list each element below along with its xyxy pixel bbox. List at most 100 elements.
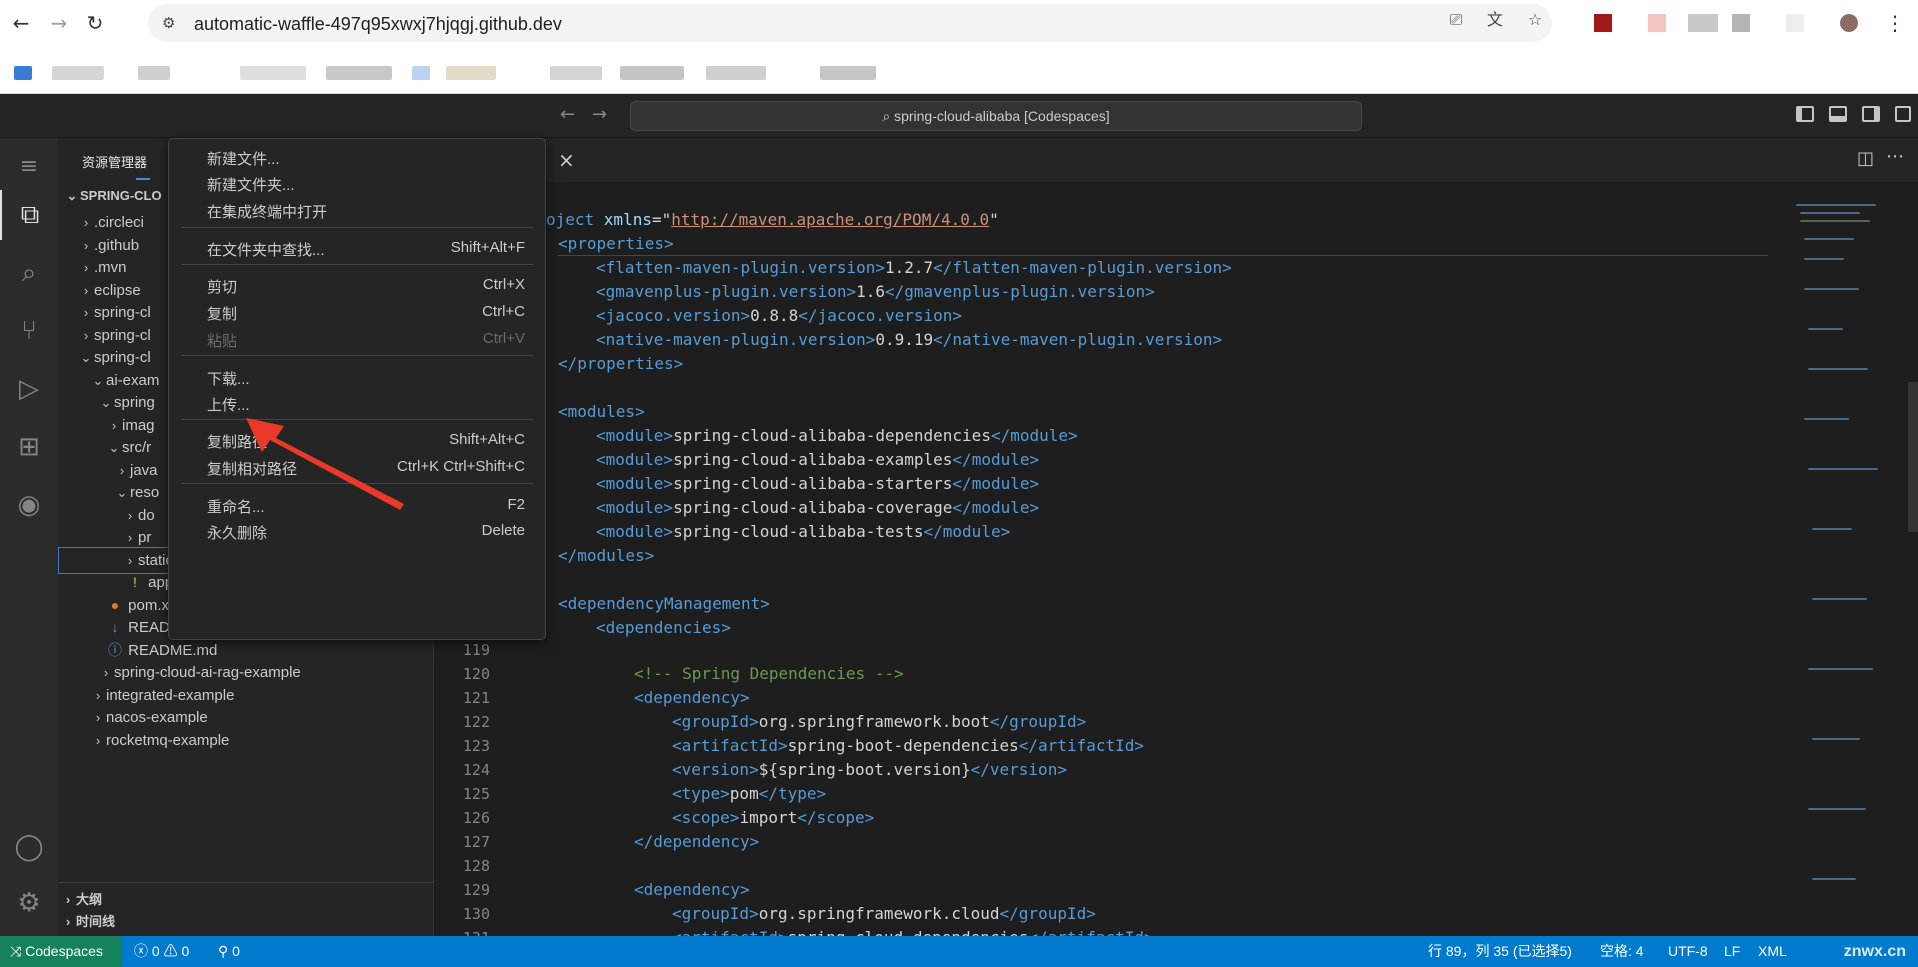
back-icon[interactable]: ← — [6, 8, 36, 38]
tree-item[interactable]: › rocketmq-example — [58, 727, 434, 754]
tree-item-label: .mvn — [94, 259, 127, 276]
minimap-line — [1808, 328, 1843, 330]
url-text[interactable]: automatic-waffle-497q95xwxj7hjqgj.github… — [194, 14, 562, 35]
menu-item-upload[interactable]: 上传... — [175, 387, 539, 417]
customize-layout-icon[interactable] — [1895, 106, 1911, 122]
extension-icon[interactable] — [1594, 14, 1612, 32]
extension-icon[interactable] — [1688, 14, 1718, 32]
chevron-right-icon: › — [65, 914, 71, 929]
run-debug-icon[interactable]: ▷ — [0, 364, 58, 414]
bookmark-item[interactable] — [446, 66, 496, 80]
timeline-label: 时间线 — [76, 914, 116, 929]
github-icon[interactable]: ◉ — [0, 480, 58, 530]
cursor-position[interactable]: 行 89，列 35 (已选择5) — [1428, 936, 1572, 967]
end-of-line[interactable]: LF — [1724, 936, 1740, 967]
gear-icon[interactable]: ⚙ — [0, 878, 58, 928]
code-token: </artifactId> — [1018, 736, 1145, 755]
extension-icon[interactable] — [1648, 14, 1666, 32]
vertical-scrollbar[interactable] — [1908, 382, 1918, 532]
go-forward-icon[interactable]: → — [592, 104, 607, 125]
explorer-icon[interactable]: ⧉ — [0, 190, 58, 240]
bookmark-item[interactable] — [706, 66, 766, 80]
menu-item-shortcut: Ctrl+C — [482, 303, 525, 320]
code-token: <artifactId> — [672, 736, 788, 755]
code-token: <version> — [672, 760, 759, 779]
menu-item-copy-path[interactable]: 复制路径 Shift+Alt+C — [175, 424, 539, 454]
address-bar[interactable]: ⚙ automatic-waffle-497q95xwxj7hjqgj.gith… — [148, 4, 1552, 42]
go-back-icon[interactable]: ← — [560, 104, 575, 125]
tree-item-label: nacos-example — [106, 709, 208, 726]
remote-icon: ⤨ — [10, 943, 26, 959]
menu-item-label: 上传... — [207, 397, 250, 414]
tree-item-label: spring-cl — [94, 349, 151, 366]
profile-avatar[interactable] — [1840, 14, 1858, 32]
code-token: org.springframework.cloud — [758, 904, 1000, 923]
menu-item-delete-permanently[interactable]: 永久删除 Delete — [175, 515, 539, 545]
remote-indicator[interactable]: ⤨ Codespaces — [0, 936, 122, 967]
indentation[interactable]: 空格: 4 — [1600, 936, 1644, 967]
minimap[interactable] — [1786, 198, 1896, 918]
code-link[interactable]: http://maven.apache.org/POM/4.0.0 — [671, 210, 989, 229]
menu-item-label: 复制相对路径 — [207, 461, 298, 478]
menu-item-new-folder[interactable]: 新建文件夹... — [175, 167, 539, 197]
problems-indicator[interactable]: ⓧ 0 ⚠ 0 — [134, 936, 189, 967]
code-line: </modules> — [558, 546, 655, 565]
extension-icon[interactable] — [1786, 14, 1804, 32]
menu-item-find-in-folder[interactable]: 在文件夹中查找... Shift+Alt+F — [175, 232, 539, 262]
site-settings-icon[interactable]: ⚙ — [162, 13, 182, 33]
close-icon[interactable]: × — [558, 148, 575, 172]
kebab-menu-icon[interactable]: ⋮ — [1880, 8, 1910, 38]
menu-item-copy-relative-path[interactable]: 复制相对路径 Ctrl+K Ctrl+Shift+C — [175, 451, 539, 481]
menu-item-open-in-terminal[interactable]: 在集成终端中打开 — [175, 194, 539, 224]
more-actions-icon[interactable]: ⋯ — [1886, 146, 1904, 167]
bookmark-item[interactable] — [820, 66, 876, 80]
bookmark-item[interactable] — [240, 66, 306, 80]
encoding[interactable]: UTF-8 — [1668, 936, 1708, 967]
ports-indicator[interactable]: ⚲ 0 — [218, 936, 240, 967]
bookmarks-bar — [0, 46, 1918, 94]
bookmark-item[interactable] — [412, 66, 430, 80]
bookmark-item[interactable] — [326, 66, 392, 80]
install-app-icon[interactable]: ⎚ — [1445, 10, 1467, 30]
command-center[interactable]: ⌕ spring-cloud-alibaba [Codespaces] — [630, 101, 1362, 131]
menu-item-copy[interactable]: 复制 Ctrl+C — [175, 296, 539, 326]
code-line: <module>spring-cloud-alibaba-examples</m… — [596, 448, 1039, 472]
bookmark-star-icon[interactable]: ☆ — [1524, 10, 1546, 30]
reload-icon[interactable]: ↻ — [80, 8, 110, 38]
line-number: 121 — [462, 689, 490, 707]
menu-item-cut[interactable]: 剪切 Ctrl+X — [175, 269, 539, 299]
toggle-secondary-sidebar-icon[interactable] — [1862, 106, 1880, 122]
code-token: 1.2.7 — [884, 258, 934, 277]
split-editor-icon[interactable]: ◫ — [1857, 148, 1874, 169]
timeline-section[interactable]: › 时间线 — [58, 908, 434, 935]
tree-item-label: eclipse — [94, 282, 141, 299]
bookmark-item[interactable] — [52, 66, 104, 80]
bookmark-item[interactable] — [550, 66, 602, 80]
extension-icon[interactable] — [1732, 14, 1750, 32]
bookmark-item[interactable] — [620, 66, 684, 80]
code-editor[interactable]: 119 120 121 122 123 124 125 126 127 128 … — [434, 182, 1918, 936]
code-token: </module> — [952, 474, 1040, 493]
forward-icon[interactable]: → — [44, 8, 74, 38]
code-token: </module> — [952, 498, 1040, 517]
line-number: 123 — [462, 737, 490, 755]
toggle-panel-icon[interactable] — [1829, 106, 1847, 122]
translate-icon[interactable]: 文 — [1484, 10, 1506, 30]
tree-item-label: spring — [114, 394, 155, 411]
watermark: znwx.cn — [1843, 943, 1906, 960]
bookmark-item[interactable] — [138, 66, 170, 80]
activity-bar: ≡ ⧉ ⌕ ⑂ ▷ ⊞ ◉ ◯ ⚙ — [0, 138, 58, 936]
source-control-icon[interactable]: ⑂ — [0, 306, 58, 356]
language-mode[interactable]: XML — [1758, 936, 1787, 967]
hamburger-menu-icon[interactable]: ≡ — [0, 142, 58, 192]
account-icon[interactable]: ◯ — [0, 822, 58, 872]
code-token: </native-maven-plugin.version> — [933, 330, 1223, 349]
search-icon[interactable]: ⌕ — [0, 248, 58, 298]
code-token: spring-cloud-alibaba-coverage — [673, 498, 953, 517]
code-token: </scope> — [797, 808, 875, 827]
menu-item-shortcut: Ctrl+K Ctrl+Shift+C — [397, 458, 525, 475]
toggle-primary-sidebar-icon[interactable] — [1796, 106, 1814, 122]
bookmark-favicon[interactable] — [14, 66, 32, 80]
warning-icon: ⚠ — [163, 943, 182, 959]
extensions-icon[interactable]: ⊞ — [0, 422, 58, 472]
